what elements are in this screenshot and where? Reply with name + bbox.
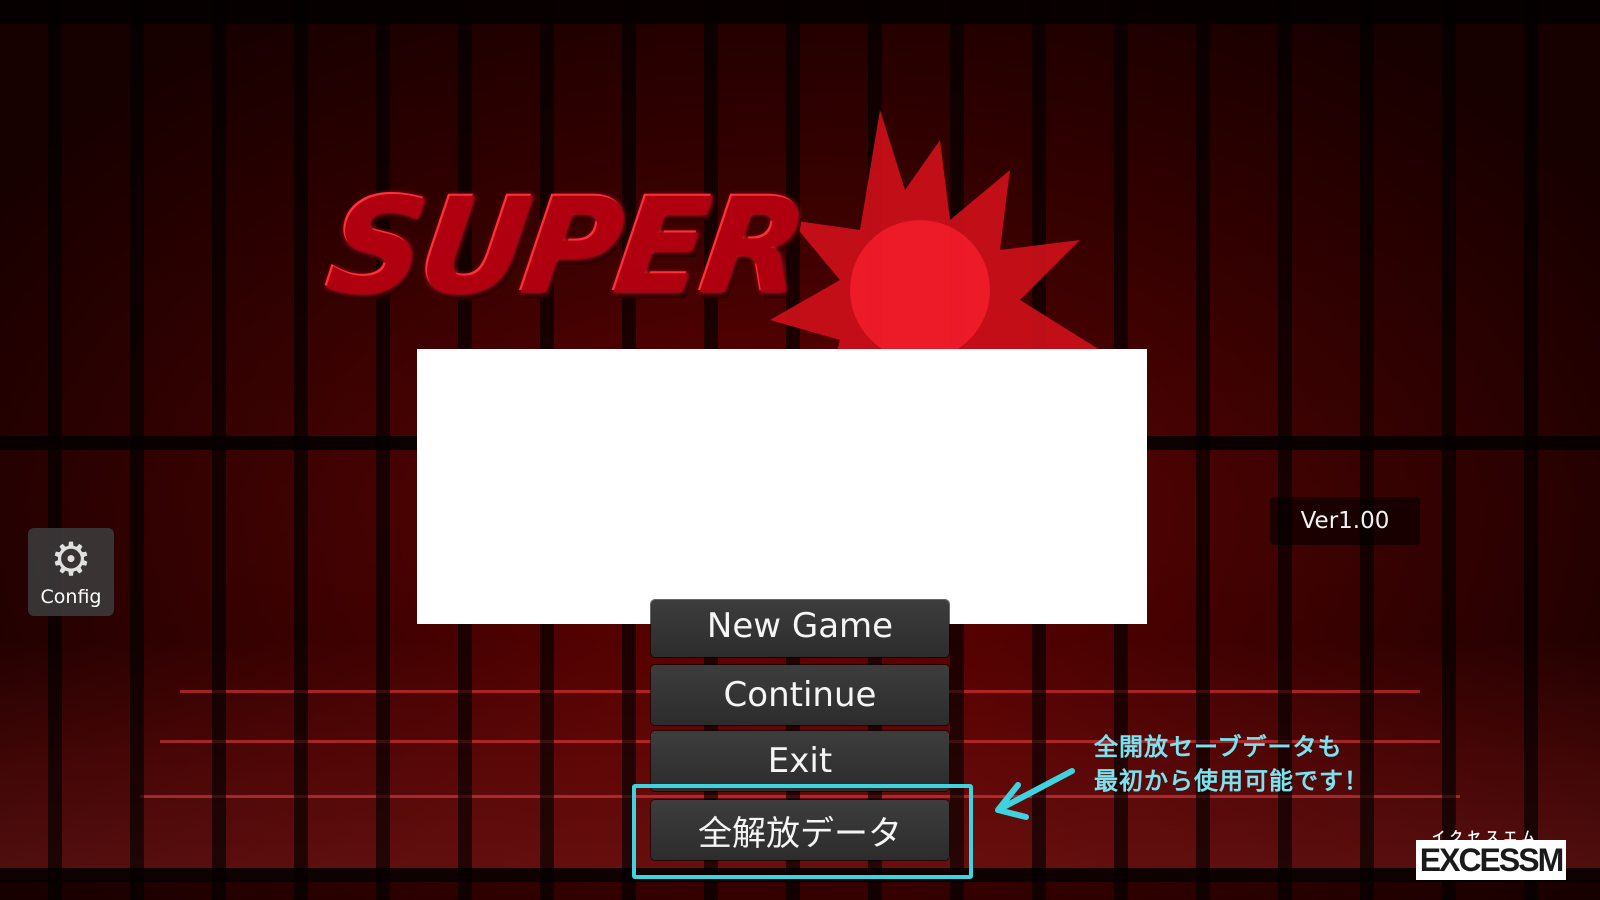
version-label: Ver1.00	[1270, 497, 1420, 545]
gear-icon: ⚙	[50, 532, 92, 586]
annotation-line-1: 全開放セーブデータも	[1094, 733, 1343, 761]
brand-name: EXCESSM	[1416, 840, 1566, 880]
logo-title: SUPER	[319, 170, 812, 324]
white-cover-box	[417, 349, 1147, 624]
unlock-all-data-button[interactable]: 全解放データ	[651, 800, 949, 860]
annotation-line-2: 最初から使用可能です！	[1094, 767, 1369, 795]
new-game-button[interactable]: New Game	[651, 600, 949, 657]
cage-crossbar	[0, 0, 1600, 24]
config-button[interactable]: ⚙ Config	[28, 528, 114, 616]
continue-button[interactable]: Continue	[651, 665, 949, 725]
annotation-text: 全開放セーブデータも 最初から使用可能です！	[1094, 730, 1369, 798]
exit-button[interactable]: Exit	[651, 731, 949, 791]
arrow-icon	[995, 768, 1075, 820]
config-label: Config	[40, 586, 102, 608]
brand-logo: イクセスエム EXCESSM	[1416, 826, 1566, 882]
new-game-label: New Game	[706, 606, 894, 646]
